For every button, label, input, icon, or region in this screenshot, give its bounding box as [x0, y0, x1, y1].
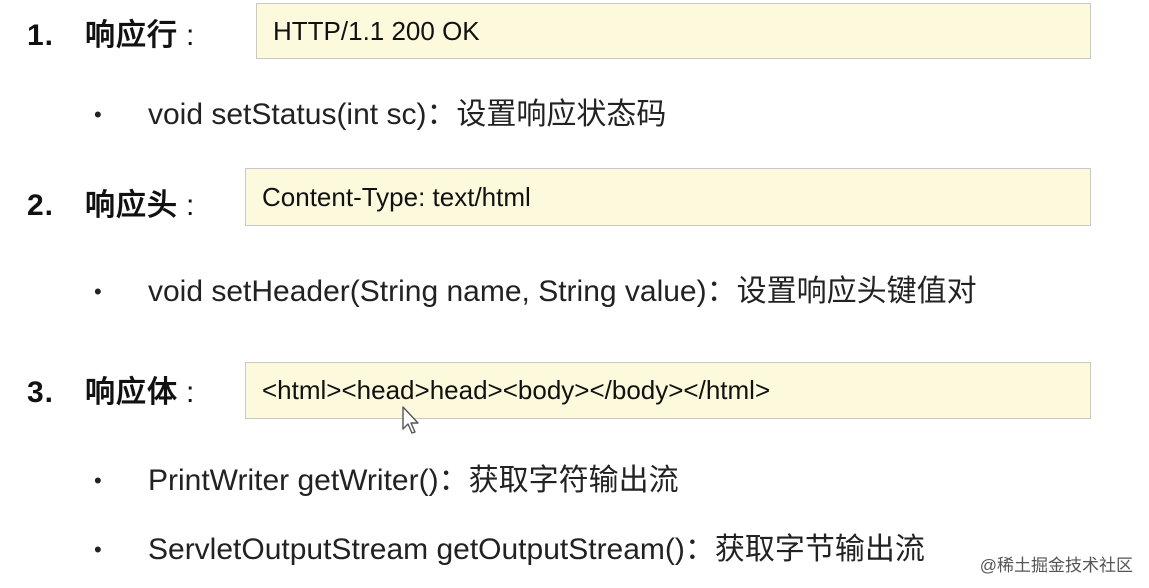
section-3-colon: : — [186, 376, 196, 409]
section-2-number: 2. — [27, 189, 55, 222]
status-line-text: HTTP/1.1 200 OK — [273, 15, 480, 46]
watermark: @稀土掘金技术社区 — [979, 556, 1133, 575]
section-3-title: 3. 响应体: — [27, 367, 195, 411]
list-item-text: void setHeader(String name, String value… — [148, 275, 977, 308]
section-1-colon: : — [186, 19, 196, 52]
bullet-dot: • — [94, 468, 102, 493]
section-3-number: 3. — [27, 376, 55, 409]
list-item-getoutputstream: • ServletOutputStream getOutputStream()：… — [94, 530, 925, 570]
bullet-dot: • — [94, 279, 102, 304]
section-3-heading: 响应体 — [85, 376, 178, 409]
list-item-text: PrintWriter getWriter()：获取字符输出流 — [148, 464, 679, 497]
mouse-pointer-icon — [402, 406, 419, 434]
section-2-heading: 响应头 — [85, 189, 178, 222]
section-1-heading: 响应行 — [85, 19, 178, 52]
section-2-colon: : — [186, 189, 196, 222]
list-item-setheader: • void setHeader(String name, String val… — [94, 272, 977, 312]
list-item-getwriter: • PrintWriter getWriter()：获取字符输出流 — [94, 461, 679, 501]
bullet-dot: • — [94, 537, 102, 562]
section-2-title: 2. 响应头: — [27, 180, 195, 224]
bullet-dot: • — [94, 102, 102, 127]
list-item-text: void setStatus(int sc)：设置响应状态码 — [148, 98, 667, 131]
body-box: <html><head>head><body></body></html> — [245, 362, 1091, 419]
section-1-number: 1. — [27, 19, 55, 52]
header-box: Content-Type: text/html — [245, 168, 1091, 226]
list-item-text: ServletOutputStream getOutputStream()：获取… — [148, 533, 925, 566]
section-1-title: 1. 响应行: — [27, 10, 195, 54]
slide: 1. 响应行: HTTP/1.1 200 OK • void setStatus(… — [0, 0, 1149, 588]
body-text: <html><head>head><body></body></html> — [262, 375, 771, 405]
header-text: Content-Type: text/html — [262, 181, 531, 212]
list-item-setstatus: • void setStatus(int sc)：设置响应状态码 — [94, 95, 667, 135]
status-line-box: HTTP/1.1 200 OK — [256, 3, 1091, 59]
